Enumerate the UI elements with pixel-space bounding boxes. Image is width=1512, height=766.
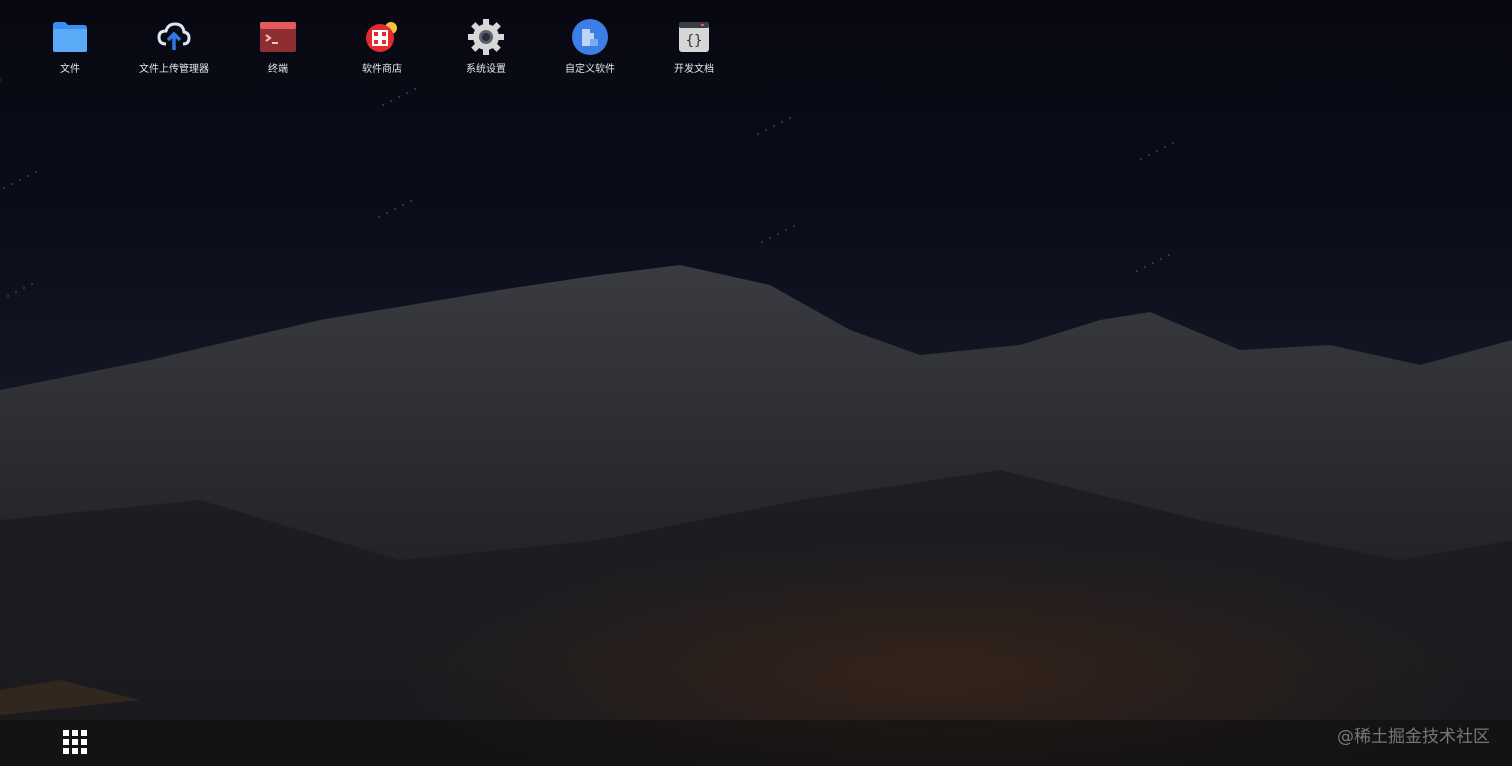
star: [1172, 142, 1174, 144]
cloud-upload-icon: [155, 18, 193, 56]
watermark: @稀土掘金技术社区: [1337, 727, 1490, 747]
puzzle-icon: [571, 18, 609, 56]
code-doc-icon: {}: [675, 18, 713, 56]
app-upload-manager[interactable]: 文件上传管理器: [122, 18, 226, 75]
app-label: 软件商店: [362, 64, 402, 75]
star: [390, 100, 392, 102]
star: [1156, 150, 1158, 152]
app-custom-software[interactable]: 自定义软件: [538, 18, 642, 75]
star: [23, 287, 25, 289]
app-files[interactable]: 文件: [18, 18, 122, 75]
star: [1148, 154, 1150, 156]
star: [7, 295, 9, 297]
app-terminal[interactable]: 终端: [226, 18, 330, 75]
star: [757, 133, 759, 135]
star: [1152, 262, 1154, 264]
star: [15, 291, 17, 293]
star: [765, 129, 767, 131]
star: [410, 200, 412, 202]
star: [761, 241, 763, 243]
star: [3, 187, 5, 189]
star: [386, 212, 388, 214]
app-label: 系统设置: [466, 64, 506, 75]
desktop: 文件 文件上传管理器 终端 软件商店 系统设置 自定义软件 {} 开发文档 @稀…: [0, 0, 1512, 766]
star: [27, 175, 29, 177]
svg-text:{}: {}: [686, 33, 703, 49]
taskbar: [0, 720, 1512, 766]
app-label: 文件上传管理器: [139, 64, 209, 75]
star: [19, 179, 21, 181]
star: [1164, 146, 1166, 148]
star: [382, 104, 384, 106]
app-label: 终端: [268, 64, 288, 75]
star: [406, 92, 408, 94]
star: [0, 79, 1, 81]
star: [777, 233, 779, 235]
app-label: 文件: [60, 64, 80, 75]
star: [769, 237, 771, 239]
folder-icon: [51, 18, 89, 56]
star: [1136, 270, 1138, 272]
app-label: 开发文档: [674, 64, 714, 75]
app-store[interactable]: 软件商店: [330, 18, 434, 75]
star: [414, 88, 416, 90]
mountain-wallpaper: [0, 79, 1512, 766]
star: [1168, 254, 1170, 256]
star: [31, 283, 33, 285]
star: [781, 121, 783, 123]
star: [793, 225, 795, 227]
star: [35, 171, 37, 173]
star: [1140, 158, 1142, 160]
app-settings[interactable]: 系统设置: [434, 18, 538, 75]
star: [785, 229, 787, 231]
gear-icon: [467, 18, 505, 56]
app-label: 自定义软件: [565, 64, 615, 75]
star: [1160, 258, 1162, 260]
star: [789, 117, 791, 119]
app-store-icon: [363, 18, 401, 56]
star: [402, 204, 404, 206]
app-dev-docs[interactable]: {} 开发文档: [642, 18, 746, 75]
star: [378, 216, 380, 218]
desktop-icons: 文件 文件上传管理器 终端 软件商店 系统设置 自定义软件 {} 开发文档: [18, 18, 746, 75]
star: [1144, 266, 1146, 268]
star: [11, 183, 13, 185]
star: [394, 208, 396, 210]
grid-icon[interactable]: [63, 730, 89, 754]
star: [398, 96, 400, 98]
star: [773, 125, 775, 127]
terminal-icon: [259, 18, 297, 56]
